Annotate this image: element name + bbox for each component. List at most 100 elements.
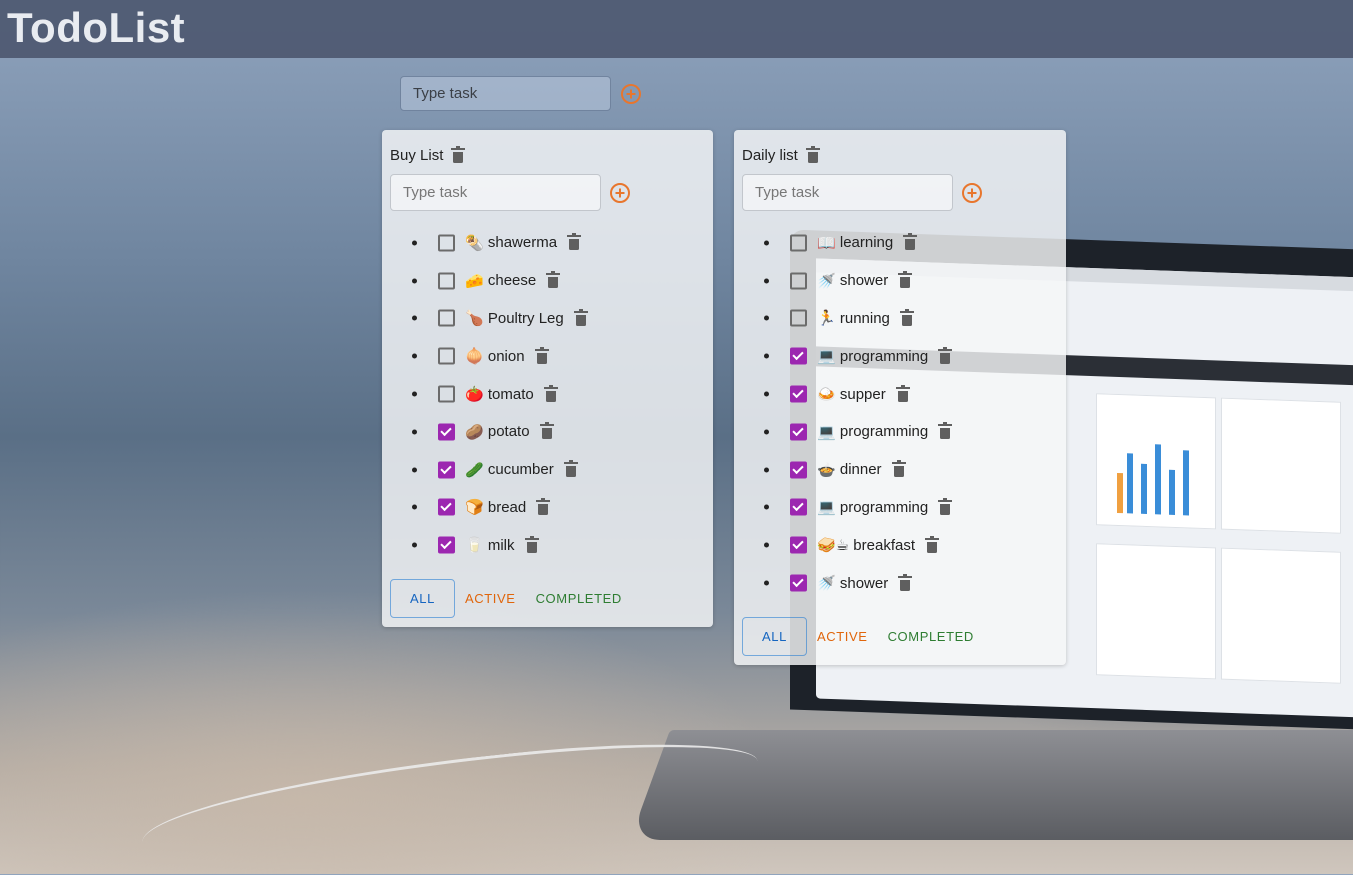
- task-label: 🌯 shawerma: [465, 233, 582, 252]
- task-item: 🍅 tomato: [382, 375, 713, 413]
- task-checkbox[interactable]: [790, 272, 807, 290]
- task-label: 🍞 bread: [465, 497, 551, 517]
- task-item: 🍗 Poultry Leg: [382, 300, 713, 338]
- task-checkbox[interactable]: [790, 234, 807, 252]
- task-label: 🚿 shower: [817, 573, 913, 593]
- task-text: programming: [839, 347, 929, 365]
- task-checkbox[interactable]: [438, 309, 455, 327]
- task-checkbox[interactable]: [438, 461, 455, 479]
- task-checkbox[interactable]: [790, 423, 807, 441]
- task-emoji: 🥔: [465, 423, 484, 441]
- task-checkbox[interactable]: [438, 347, 455, 365]
- delete-task-icon[interactable]: [891, 460, 906, 478]
- delete-list-icon[interactable]: [805, 146, 820, 163]
- task-item: 🧅 onion: [382, 337, 713, 375]
- task-label: 🥪☕ breakfast: [817, 535, 939, 555]
- task-item: 🧀 cheese: [382, 262, 713, 300]
- task-list: 🌯 shawerma 🧀 cheese 🍗 Poultry Leg 🧅 onio…: [382, 224, 713, 564]
- delete-task-icon[interactable]: [524, 535, 539, 553]
- add-task-icon[interactable]: [962, 182, 982, 203]
- task-item: 🥒 cucumber: [382, 451, 713, 489]
- add-list-icon[interactable]: [621, 83, 641, 104]
- delete-task-icon[interactable]: [563, 460, 578, 478]
- task-checkbox[interactable]: [790, 309, 807, 327]
- task-emoji: 🥪☕: [817, 537, 850, 555]
- task-label: 🍲 dinner: [817, 460, 906, 479]
- task-checkbox[interactable]: [790, 385, 807, 403]
- task-input[interactable]: [742, 174, 953, 211]
- add-task-form: [390, 174, 630, 211]
- task-text: shower: [839, 574, 889, 592]
- filter-all-button[interactable]: ALL: [390, 579, 455, 619]
- task-item: 🚿 shower: [734, 564, 1066, 602]
- filter-active-button[interactable]: ACTIVE: [455, 579, 526, 618]
- filter-completed-button[interactable]: COMPLETED: [878, 617, 984, 656]
- task-emoji: 🍞: [465, 499, 484, 517]
- task-text: onion: [487, 347, 525, 365]
- task-label: 🍛 supper: [817, 384, 910, 403]
- bullet-icon: [764, 580, 769, 586]
- task-label: 🍗 Poultry Leg: [465, 308, 588, 327]
- task-checkbox[interactable]: [790, 347, 807, 365]
- task-item: 🍲 dinner: [734, 451, 1066, 489]
- task-checkbox[interactable]: [790, 536, 807, 554]
- task-checkbox[interactable]: [438, 536, 455, 554]
- delete-task-icon[interactable]: [899, 308, 914, 326]
- delete-task-icon[interactable]: [536, 497, 551, 515]
- task-item: 🥔 potato: [382, 413, 713, 451]
- delete-task-icon[interactable]: [546, 271, 561, 289]
- add-task-icon[interactable]: [610, 182, 630, 203]
- task-list: 📖 learning 🚿 shower 🏃 running 💻 programm…: [734, 224, 1066, 602]
- task-label: 🥒 cucumber: [465, 460, 578, 479]
- task-item: 🍛 supper: [734, 375, 1066, 413]
- delete-task-icon[interactable]: [534, 346, 549, 364]
- filter-all-button[interactable]: ALL: [742, 617, 807, 656]
- filter-completed-button[interactable]: COMPLETED: [526, 579, 632, 618]
- task-checkbox[interactable]: [438, 423, 455, 441]
- task-checkbox[interactable]: [790, 498, 807, 516]
- delete-task-icon[interactable]: [898, 573, 913, 591]
- bullet-icon: [412, 391, 417, 397]
- task-item: 🏃 running: [734, 300, 1066, 338]
- task-emoji: 🏃: [817, 310, 836, 328]
- delete-task-icon[interactable]: [898, 271, 913, 289]
- task-checkbox[interactable]: [790, 574, 807, 592]
- delete-task-icon[interactable]: [567, 233, 582, 251]
- task-label: 🥔 potato: [465, 422, 554, 441]
- task-checkbox[interactable]: [438, 385, 455, 403]
- delete-task-icon[interactable]: [938, 497, 953, 515]
- filter-buttons: ALL ACTIVE COMPLETED: [390, 579, 632, 619]
- list-title: Buy List: [390, 147, 444, 164]
- task-emoji: 💻: [817, 348, 836, 366]
- task-text: supper: [839, 385, 886, 403]
- task-item: 💻 programming: [734, 413, 1066, 451]
- bullet-icon: [764, 353, 769, 359]
- task-item: 🍞 bread: [382, 489, 713, 527]
- delete-task-icon[interactable]: [925, 535, 939, 553]
- task-text: programming: [839, 498, 929, 516]
- bullet-icon: [412, 278, 417, 284]
- delete-task-icon[interactable]: [903, 233, 918, 251]
- delete-task-icon[interactable]: [573, 308, 588, 326]
- bullet-icon: [764, 278, 769, 284]
- delete-task-icon[interactable]: [895, 384, 910, 402]
- bullet-icon: [764, 467, 769, 473]
- task-label: 🍅 tomato: [465, 384, 558, 403]
- delete-task-icon[interactable]: [543, 384, 558, 402]
- delete-task-icon[interactable]: [938, 422, 953, 440]
- task-checkbox[interactable]: [438, 272, 455, 290]
- delete-list-icon[interactable]: [451, 146, 466, 163]
- delete-task-icon[interactable]: [539, 422, 554, 440]
- task-checkbox[interactable]: [438, 498, 455, 516]
- task-emoji: 🚿: [817, 575, 836, 593]
- task-input[interactable]: [390, 174, 601, 211]
- task-label: 🥛 milk: [465, 535, 539, 554]
- task-checkbox[interactable]: [790, 461, 807, 479]
- task-checkbox[interactable]: [438, 234, 455, 252]
- task-text: running: [839, 309, 890, 327]
- filter-active-button[interactable]: ACTIVE: [807, 617, 878, 656]
- new-list-input[interactable]: [400, 76, 611, 111]
- task-emoji: 🍲: [817, 461, 836, 479]
- delete-task-icon[interactable]: [938, 346, 953, 364]
- task-label: 🧅 onion: [465, 346, 549, 365]
